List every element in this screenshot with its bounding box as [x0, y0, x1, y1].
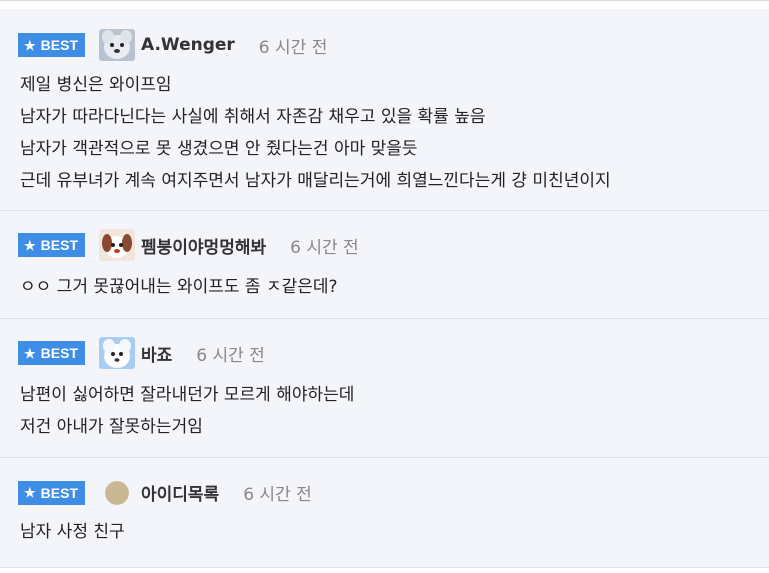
best-badge: ★ BEST	[18, 33, 85, 57]
comment-line: 남자가 객관적으로 못 생겼으면 안 줬다는건 아마 맞을듯	[20, 139, 418, 159]
comment-line: 근데 유부녀가 계속 여지주면서 남자가 매달리는거에 희열느낀다는게 걍 미친…	[20, 171, 611, 191]
comment-body: ㅇㅇ 그거 못끊어내는 와이프도 좀 ㅈ같은데?	[20, 271, 338, 303]
comment-body: 제일 병신은 와이프임 남자가 따라다닌다는 사실에 취해서 자존감 채우고 있…	[20, 69, 611, 197]
comment-line: 저건 아내가 잘못하는거임	[20, 417, 203, 437]
comment-author[interactable]: A.Wenger	[141, 35, 235, 55]
comment-list: ★ BEST A.Wenger 6 시간 전 제일 병신은 와이프임 남자가 따…	[0, 0, 769, 573]
comment-item: ★ BEST A.Wenger 6 시간 전 제일 병신은 와이프임 남자가 따…	[0, 9, 769, 211]
dog-avatar-icon[interactable]	[99, 29, 135, 61]
comment-body: 남편이 싫어하면 잘라내던가 모르게 해야하는데 저건 아내가 잘못하는거임	[20, 379, 354, 443]
best-badge-label: BEST	[40, 37, 78, 53]
best-badge-label: BEST	[40, 345, 78, 361]
comment-author[interactable]: 아이디목록	[141, 480, 219, 505]
comment-body: 남자 사정 친구	[20, 516, 125, 548]
comment-time: 6 시간 전	[290, 237, 359, 258]
comment-time: 6 시간 전	[258, 37, 328, 58]
comment-line: 제일 병신은 와이프임	[20, 75, 172, 95]
star-icon: ★	[24, 345, 36, 361]
star-icon: ★	[24, 237, 36, 253]
comment-item: ★ BEST 아이디목록 6 시간 전 남자 사정 친구	[0, 458, 769, 568]
comment-author[interactable]: 펨붕이야멍멍해봐	[141, 233, 266, 258]
star-icon: ★	[24, 485, 36, 500]
comment-author[interactable]: 바죠	[141, 341, 172, 366]
comment-item: ★ BEST 바죠 6 시간 전 남편이 싫어하면 잘라내던가 모르게 해야하는…	[0, 319, 769, 458]
comment-item: ★ BEST 펨붕이야멍멍해봐 6 시간 전 ㅇㅇ 그거 못끊어내는 와이프도 …	[0, 211, 769, 319]
best-badge: ★ BEST	[18, 233, 85, 257]
comment-line: ㅇㅇ 그거 못끊어내는 와이프도 좀 ㅈ같은데?	[20, 277, 338, 297]
best-badge: ★ BEST	[18, 341, 85, 365]
comment-time: 6 시간 전	[196, 345, 265, 366]
puppy-avatar-icon[interactable]	[99, 229, 135, 261]
best-badge: ★ BEST	[18, 480, 85, 505]
comment-line: 남자 사정 친구	[20, 522, 125, 542]
default-circle-avatar-icon[interactable]	[105, 480, 129, 505]
best-badge-label: BEST	[40, 484, 78, 501]
comment-line: 남자가 따라다닌다는 사실에 취해서 자존감 채우고 있을 확률 높음	[20, 107, 486, 127]
best-badge-label: BEST	[40, 237, 78, 253]
star-icon: ★	[24, 37, 36, 53]
comment-line: 남편이 싫어하면 잘라내던가 모르게 해야하는데	[20, 385, 355, 405]
white-dog-avatar-icon[interactable]	[99, 337, 135, 369]
comment-time: 6 시간 전	[243, 485, 312, 505]
